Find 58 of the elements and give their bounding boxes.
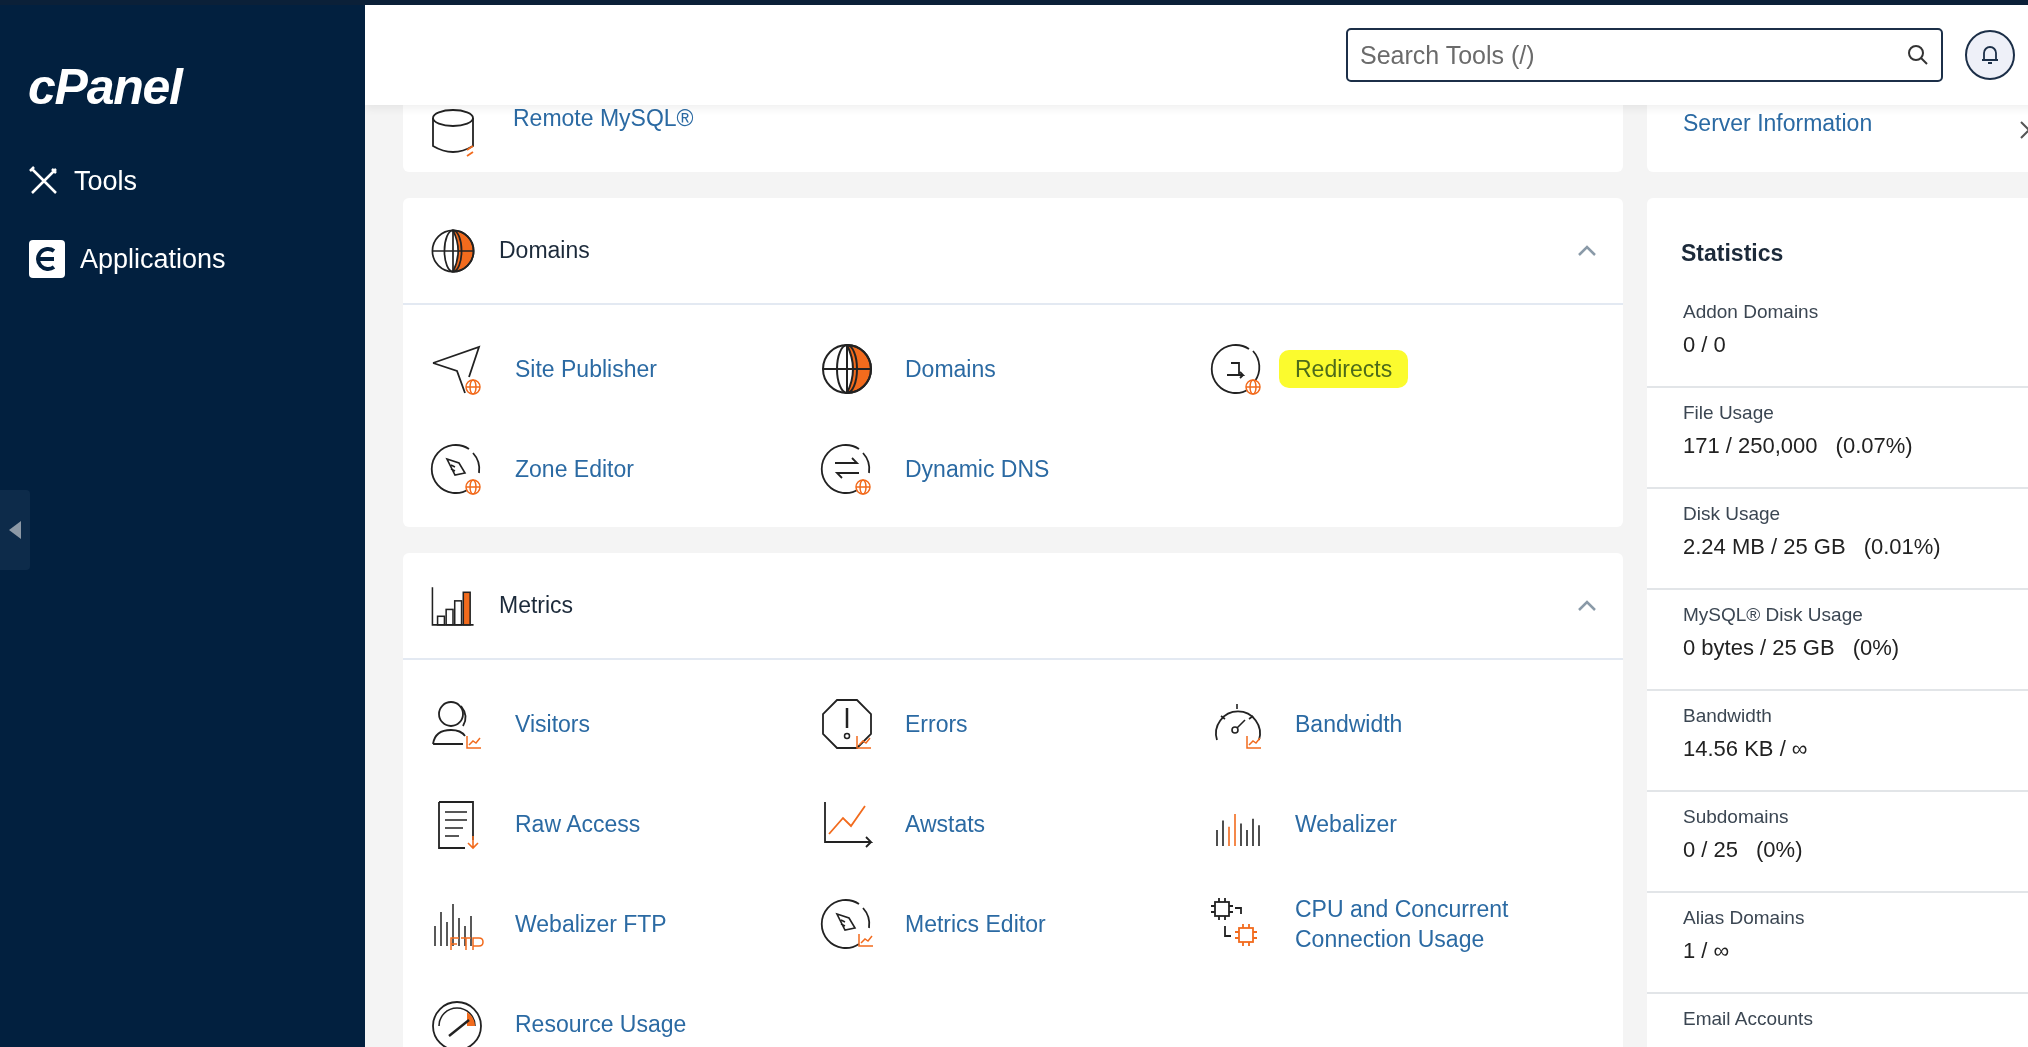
stat-percent: (0%) bbox=[1756, 835, 1803, 864]
tool-link[interactable]: Webalizer FTP bbox=[515, 909, 755, 939]
sidebar-item[interactable]: Tools bbox=[28, 159, 138, 203]
tool-link[interactable]: Redirects bbox=[1279, 350, 1409, 388]
section-header[interactable]: Metrics bbox=[403, 553, 1623, 660]
sidebar-item[interactable]: Applications bbox=[28, 237, 226, 281]
stat-value: 14.56 KB / ∞ bbox=[1683, 734, 1808, 763]
stat-value: 0 / 25 bbox=[1683, 835, 1739, 864]
stat-label: Email Accounts bbox=[1683, 1006, 1814, 1031]
tool-link[interactable]: Site Publisher bbox=[515, 354, 755, 384]
tool-link[interactable]: Domains bbox=[905, 354, 1145, 384]
stat-percent: (0.01%) bbox=[1863, 532, 1941, 561]
rocket-icon bbox=[819, 896, 875, 952]
chevron-up-icon[interactable] bbox=[1577, 599, 1597, 612]
tool-link[interactable]: Webalizer bbox=[1295, 809, 1535, 839]
stat-label: Bandwidth bbox=[1683, 703, 1773, 728]
stat-percent: (0%) bbox=[1852, 633, 1900, 662]
tool-link[interactable]: Raw Access bbox=[515, 809, 755, 839]
stat-value: 2.24 MB / 25 GB bbox=[1683, 532, 1846, 561]
server-info-card[interactable]: Server Information bbox=[1647, 105, 2028, 172]
apps-icon bbox=[28, 239, 66, 279]
collapse-button[interactable] bbox=[0, 490, 30, 570]
tool-link[interactable]: Awstats bbox=[905, 809, 1145, 839]
section-title: Domains bbox=[499, 236, 591, 266]
tool-link[interactable]: Remote MySQL® bbox=[513, 105, 694, 136]
logo: cPanel bbox=[28, 58, 182, 117]
chevron-up-icon[interactable] bbox=[1577, 244, 1597, 257]
stat-label: File Usage bbox=[1683, 400, 1775, 425]
warning-icon bbox=[819, 696, 875, 752]
triangle-left-icon bbox=[9, 521, 21, 539]
stat-value: 171 / 250,000 bbox=[1683, 431, 1818, 460]
notifications-button[interactable] bbox=[1965, 30, 2015, 80]
tool-link[interactable]: Metrics Editor bbox=[905, 909, 1145, 939]
search-field[interactable]: Search Tools (/) bbox=[1346, 28, 1943, 82]
stat-label: Disk Usage bbox=[1683, 501, 1782, 526]
tool-link[interactable]: Zone Editor bbox=[515, 454, 755, 484]
tool-link[interactable]: Dynamic DNS bbox=[905, 454, 1145, 484]
statistics-title: Statistics bbox=[1680, 239, 1785, 268]
stat-label: Alias Domains bbox=[1683, 905, 1806, 930]
tool-link[interactable]: CPU and Concurrent Connection Usage bbox=[1295, 894, 1535, 954]
tool-link[interactable]: Resource Usage bbox=[515, 1009, 755, 1039]
search-icon bbox=[1907, 44, 1929, 66]
stat-percent: (0.07%) bbox=[1835, 431, 1913, 460]
server-info-link[interactable]: Server Information bbox=[1683, 105, 1873, 140]
tool-link[interactable]: Bandwidth bbox=[1295, 709, 1535, 739]
chevron-right-icon bbox=[2019, 120, 2028, 140]
tool-link[interactable]: Visitors bbox=[515, 709, 755, 739]
tool-link[interactable]: Errors bbox=[905, 709, 1145, 739]
stat-value: 0 bytes / 25 GB bbox=[1683, 633, 1835, 662]
bell-icon bbox=[1980, 44, 2000, 66]
stat-value: 1 / ∞ bbox=[1683, 936, 1730, 965]
stat-value: 0 / 0 bbox=[1683, 330, 1726, 359]
stat-label: Subdomains bbox=[1683, 804, 1790, 829]
stat-label: MySQL® Disk Usage bbox=[1683, 602, 1864, 627]
section-title: Metrics bbox=[499, 591, 575, 621]
section-header[interactable]: Domains bbox=[403, 198, 1623, 305]
stat-label: Addon Domains bbox=[1683, 299, 1820, 324]
globe-icon bbox=[819, 341, 875, 397]
